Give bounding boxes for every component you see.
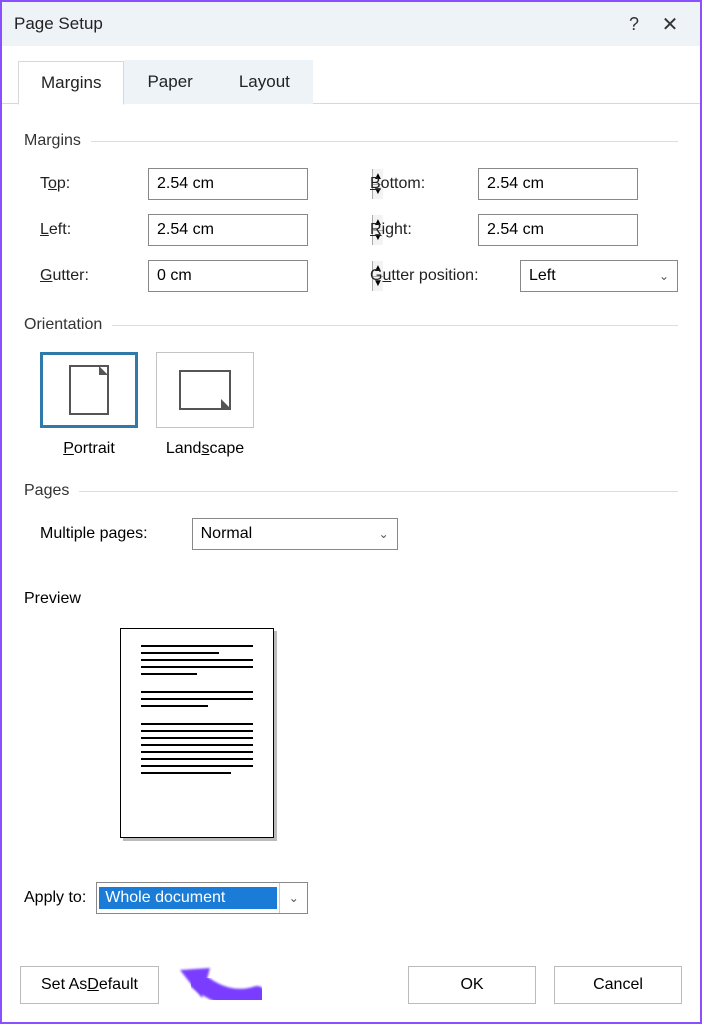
dialog-title: Page Setup (14, 14, 616, 34)
label-right: Right: (370, 221, 478, 239)
label-left: Left: (40, 221, 148, 239)
input-left[interactable]: ▲▼ (148, 214, 308, 246)
chevron-down-icon: ⌄ (371, 527, 397, 541)
section-pages: Pages (24, 482, 678, 500)
orientation-landscape[interactable]: Landscape (156, 352, 254, 458)
tab-layout[interactable]: Layout (216, 60, 313, 104)
portrait-icon (40, 352, 138, 428)
label-top: Top: (40, 175, 148, 193)
input-right[interactable]: ▲▼ (478, 214, 638, 246)
cancel-button[interactable]: Cancel (554, 966, 682, 1004)
label-apply-to: Apply to: (24, 889, 86, 907)
label-multiple-pages: Multiple pages: (40, 525, 148, 543)
ok-button[interactable]: OK (408, 966, 536, 1004)
title-bar: Page Setup ? ✕ (2, 2, 700, 46)
close-button[interactable]: ✕ (652, 12, 688, 37)
landscape-icon (156, 352, 254, 428)
dropdown-apply-to[interactable]: Whole document ⌄ (96, 882, 308, 914)
help-button[interactable]: ? (616, 14, 652, 35)
section-margins: Margins (24, 132, 678, 150)
input-bottom[interactable]: ▲▼ (478, 168, 638, 200)
tab-paper[interactable]: Paper (124, 60, 215, 104)
preview-image (120, 628, 678, 838)
label-gutter: Gutter: (40, 267, 148, 285)
chevron-down-icon: ⌄ (651, 269, 677, 283)
input-gutter[interactable]: ▲▼ (148, 260, 308, 292)
tab-margins[interactable]: Margins (18, 61, 124, 105)
section-preview: Preview (24, 590, 678, 608)
orientation-portrait[interactable]: Portrait (40, 352, 138, 458)
input-top[interactable]: ▲▼ (148, 168, 308, 200)
label-bottom: Bottom: (370, 175, 478, 193)
section-orientation: Orientation (24, 316, 678, 334)
tab-strip: Margins Paper Layout (2, 46, 700, 104)
label-gutter-position: Gutter position: (370, 267, 520, 285)
chevron-down-icon: ⌄ (279, 883, 307, 913)
dropdown-multiple-pages[interactable]: Normal⌄ (192, 518, 398, 550)
set-as-default-button[interactable]: Set As Default (20, 966, 159, 1004)
dropdown-gutter-position[interactable]: Left⌄ (520, 260, 678, 292)
